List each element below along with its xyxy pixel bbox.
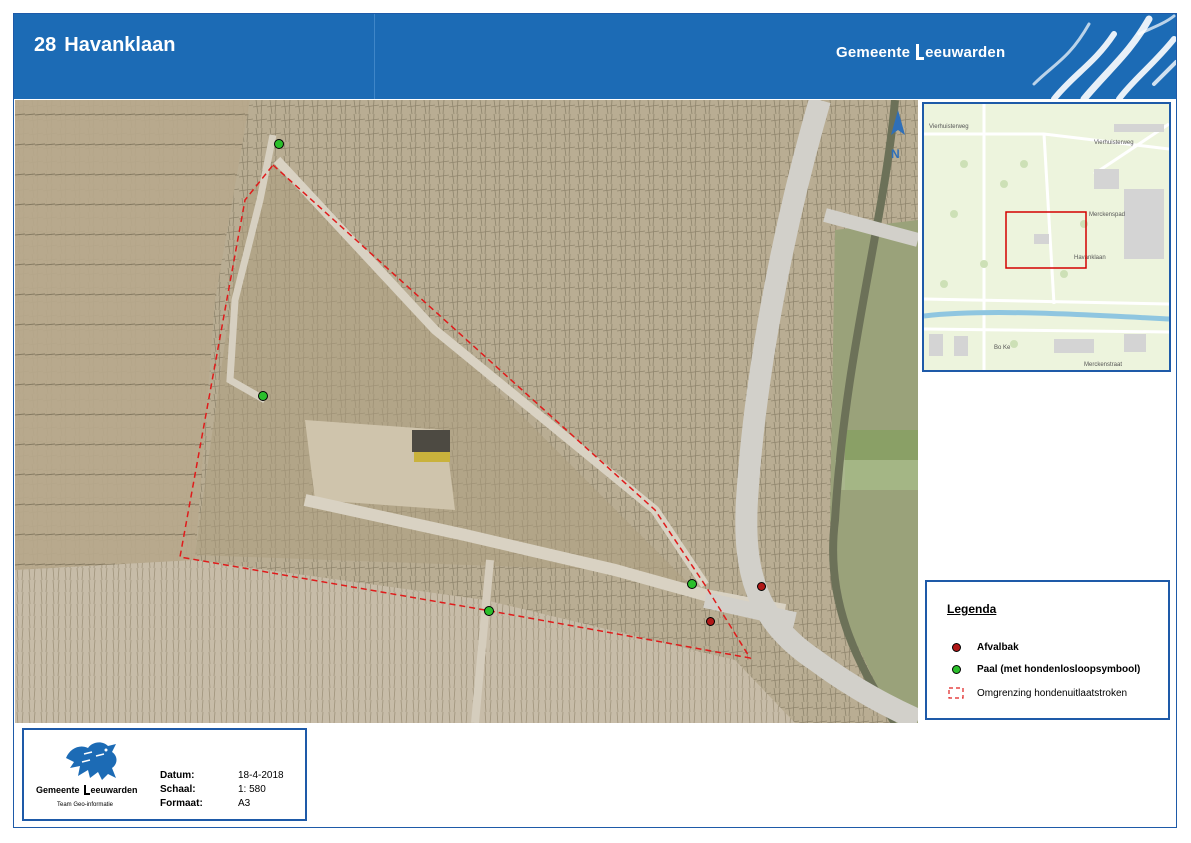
brand-prefix: Gemeente [836,44,911,61]
legend-item-paal: Paal (met hondenlosloopsymbool) [947,664,1140,675]
street-label: Merckenstraat [1084,362,1122,368]
formaat-label: Formaat: [160,798,203,809]
formaat-value: A3 [238,798,251,809]
paal-marker[interactable] [274,139,284,149]
overview-map[interactable]: Vierhuisterweg Vierhuisterweg Merckenspa… [922,102,1171,372]
street-label: Havanklaan [1074,255,1106,261]
legend-title: Legenda [947,602,997,616]
brand-name: eeuwarden [925,44,1006,61]
team-name: Team Geo-informatie [57,802,114,808]
paal-marker[interactable] [258,391,268,401]
datum-value: 18-4-2018 [238,770,284,781]
afvalbak-marker[interactable] [757,582,766,591]
header-decoration [1032,14,1176,99]
brand-l-mark [916,44,925,60]
brand-logo-text: Gemeente eeuwarden [836,44,1005,61]
street-label: Vierhuisterweg [1094,140,1134,146]
schaal-label: Schaal: [160,784,196,795]
lion-logo-icon [66,742,117,780]
legend-item-afvalbak: Afvalbak [947,642,1019,653]
boundary-icon [947,686,965,700]
afvalbak-icon [947,643,965,652]
datum-label: Datum: [160,770,195,781]
header-bar: 28 Havanklaan Gemeente eeuwarden [14,14,1176,99]
street-label: Vierhuisterweg [929,124,969,130]
schaal-value: 1: 580 [238,784,266,795]
paal-icon [947,665,965,674]
paal-marker[interactable] [484,606,494,616]
org-suffix: eeuwarden [90,785,138,795]
org-name: Gemeente eeuwarden [36,785,138,795]
afvalbak-marker[interactable] [706,617,715,626]
legend-label: Omgrenzing hondenuitlaatstroken [977,687,1128,699]
legend-item-omgrenzing: Omgrenzing hondenuitlaatstroken [947,686,1127,700]
org-l-mark [83,785,90,795]
legend-panel: Legenda Afvalbak Paal (met hondenlosloop… [925,580,1170,720]
aerial-map[interactable]: N [15,100,918,723]
info-box: Gemeente eeuwarden Team Geo-informatie Da… [22,728,307,821]
legend-label: Paal (met hondenlosloopsymbool) [977,664,1141,675]
north-label: N [891,147,900,161]
page-title: 28 Havanklaan [34,34,183,57]
header-divider [374,14,375,99]
overview-map-svg: Vierhuisterweg Vierhuisterweg Merckenspa… [924,104,1169,370]
paal-marker[interactable] [687,579,697,589]
area-name: Havanklaan [64,34,176,56]
area-number: 28 [34,34,57,56]
legend-label: Afvalbak [977,642,1019,653]
street-label: Bo Ke [994,345,1011,351]
aerial-map-svg: N [15,100,918,723]
street-label: Merckenspad [1089,212,1125,218]
org-prefix: Gemeente [36,785,80,795]
